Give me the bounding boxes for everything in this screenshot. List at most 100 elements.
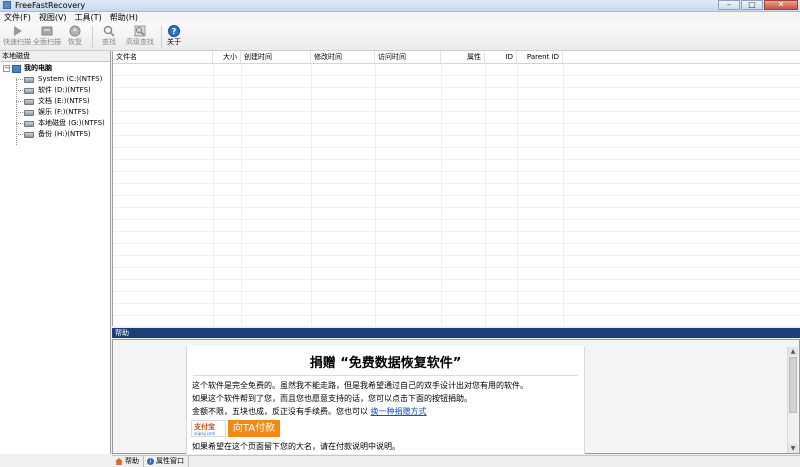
menu-help[interactable]: 帮助(H) xyxy=(106,12,142,23)
grid-line xyxy=(375,64,376,326)
tree-item-drive-f[interactable]: 娱乐 (F:)(NTFS) xyxy=(24,107,89,118)
full-scan-button[interactable]: 全面扫描 xyxy=(32,24,62,49)
drive-label: 文档 (E:)(NTFS) xyxy=(38,97,90,105)
donation-text-line: 这个软件是完全免费的。虽然我不能走路，但是我希望通过自己的双手设计出对您有用的软… xyxy=(192,381,528,390)
tree-connector xyxy=(16,79,23,80)
donation-text-line: 如果这个软件帮到了您，而且您也愿意支持的话，您可以点击下面的按钮捐助。 xyxy=(192,394,472,403)
column-header-name[interactable]: 文件名 xyxy=(113,51,213,63)
scroll-up-arrow-icon[interactable]: ▲ xyxy=(788,347,798,356)
column-header-modified[interactable]: 修改时间 xyxy=(311,51,375,63)
advanced-search-icon xyxy=(134,25,146,37)
close-button[interactable]: ✕ xyxy=(764,0,798,10)
quick-scan-button[interactable]: 快速扫描 xyxy=(2,24,32,49)
grid-line xyxy=(563,64,564,326)
column-header-id[interactable]: ID xyxy=(485,51,517,63)
help-icon: ? xyxy=(168,25,180,37)
menu-bar: 文件(F) 视图(V) 工具(T) 帮助(H) xyxy=(0,12,800,23)
column-header-size[interactable]: 大小 xyxy=(213,51,241,63)
pay-button[interactable]: 向TA付款 xyxy=(228,420,280,437)
play-icon xyxy=(14,26,22,36)
pane-title: 本地磁盘 xyxy=(0,51,110,62)
drive-label: 备份 (H:)(NTFS) xyxy=(38,130,91,138)
hard-drive-icon xyxy=(24,131,34,138)
collapse-toggle[interactable]: − xyxy=(3,65,10,72)
tree-root-label: 我的电脑 xyxy=(24,64,52,72)
tree-item-drive-c[interactable]: System (C:)(NTFS) xyxy=(24,74,102,85)
app-icon xyxy=(3,1,11,9)
search-icon xyxy=(103,25,115,37)
tree-connector xyxy=(16,90,23,91)
drive-label: 软件 (D:)(NTFS) xyxy=(38,86,91,94)
disk-scan-icon xyxy=(41,26,53,36)
toolbar-separator xyxy=(92,26,93,48)
hard-drive-icon xyxy=(24,98,34,105)
advanced-search-button[interactable]: 高级查找 xyxy=(123,24,157,49)
column-header-attributes[interactable]: 属性 xyxy=(441,51,485,63)
grid-line xyxy=(311,64,312,326)
drive-label: 娱乐 (F:)(NTFS) xyxy=(38,108,89,116)
minimize-button[interactable]: – xyxy=(718,0,740,10)
menu-view[interactable]: 视图(V) xyxy=(35,12,71,23)
tab-properties[interactable]: i 属性窗口 xyxy=(144,456,189,467)
file-list-body[interactable] xyxy=(113,64,800,326)
file-list[interactable]: 文件名 大小 创建时间 修改时间 访问时间 属性 ID Parent ID xyxy=(112,51,800,326)
title-bar: FreeFastRecovery – □ ✕ xyxy=(0,0,800,12)
grid-line xyxy=(485,64,486,326)
info-icon: i xyxy=(147,458,154,465)
donation-footer-text: 如果希望在这个页面留下您的大名，请在付款说明中说明。 xyxy=(192,442,400,451)
help-scrollbar[interactable]: ▲ ▼ xyxy=(787,347,798,453)
grid-line xyxy=(213,64,214,326)
tree-connector xyxy=(16,123,23,124)
divider xyxy=(193,375,578,376)
window-title: FreeFastRecovery xyxy=(15,1,86,10)
drive-tree-pane: 本地磁盘 − 我的电脑 System (C:)(NTFS) 软件 (D:)(NT… xyxy=(0,51,111,454)
hard-drive-icon xyxy=(24,76,34,83)
drive-label: 本地磁盘 (G:)(NTFS) xyxy=(38,119,105,127)
scroll-thumb[interactable] xyxy=(789,357,797,413)
tree-item-drive-g[interactable]: 本地磁盘 (G:)(NTFS) xyxy=(24,118,105,129)
scroll-down-arrow-icon[interactable]: ▼ xyxy=(788,444,798,453)
file-list-header: 文件名 大小 创建时间 修改时间 访问时间 属性 ID Parent ID xyxy=(113,51,800,64)
maximize-button[interactable]: □ xyxy=(741,0,763,10)
svg-text:?: ? xyxy=(172,27,177,36)
tree-connector xyxy=(16,112,23,113)
menu-tools[interactable]: 工具(T) xyxy=(71,12,106,23)
tab-help[interactable]: 帮助 xyxy=(112,456,144,467)
donation-text-line: 金额不限，五块也成，反正没有手续费。您也可以 换一种捐赠方式 xyxy=(192,406,427,417)
donation-text: 金额不限，五块也成，反正没有手续费。您也可以 xyxy=(192,407,368,416)
column-header-parent-id[interactable]: Parent ID xyxy=(517,51,563,63)
hard-drive-icon xyxy=(24,109,34,116)
tab-label: 属性窗口 xyxy=(156,457,184,465)
grid-line xyxy=(441,64,442,326)
search-button[interactable]: 查找 xyxy=(97,24,121,49)
toolbar: 快速扫描 全面扫描 恢复 查找 高级查找 ? 关于 xyxy=(0,23,800,51)
tree-item-drive-d[interactable]: 软件 (D:)(NTFS) xyxy=(24,85,91,96)
hard-drive-icon xyxy=(24,120,34,127)
help-panel: 捐赠 “免费数据恢复软件” 这个软件是完全免费的。虽然我不能走路，但是我希望通过… xyxy=(112,339,800,454)
bottom-tab-bar: 帮助 i 属性窗口 xyxy=(112,455,800,467)
home-icon xyxy=(115,458,123,465)
column-header-created[interactable]: 创建时间 xyxy=(241,51,311,63)
drive-label: System (C:)(NTFS) xyxy=(38,75,103,83)
alipay-domain: alipay.com xyxy=(194,431,216,436)
hard-drive-icon xyxy=(24,87,34,94)
help-panel-title: 帮助 xyxy=(112,328,800,338)
about-button[interactable]: ? 关于 xyxy=(164,24,184,49)
alipay-logo[interactable]: 支付宝 alipay.com xyxy=(191,420,226,437)
tree-item-drive-e[interactable]: 文档 (E:)(NTFS) xyxy=(24,96,90,107)
toolbar-separator xyxy=(161,26,162,48)
recover-button[interactable]: 恢复 xyxy=(63,24,87,49)
tree-root-my-computer[interactable]: − 我的电脑 xyxy=(3,63,52,74)
computer-icon xyxy=(12,64,21,73)
alternate-donation-link[interactable]: 换一种捐赠方式 xyxy=(371,407,427,416)
menu-file[interactable]: 文件(F) xyxy=(0,12,35,23)
tree-connector xyxy=(16,101,23,102)
donation-page: 捐赠 “免费数据恢复软件” 这个软件是完全免费的。虽然我不能走路，但是我希望通过… xyxy=(186,346,585,454)
recover-icon xyxy=(69,25,81,37)
tree-connector xyxy=(16,134,23,135)
window-controls: – □ ✕ xyxy=(717,0,798,11)
column-header-accessed[interactable]: 访问时间 xyxy=(375,51,441,63)
tree-item-drive-h[interactable]: 备份 (H:)(NTFS) xyxy=(24,129,91,140)
grid-line xyxy=(517,64,518,326)
alipay-logo-text: 支付宝 xyxy=(194,423,215,431)
